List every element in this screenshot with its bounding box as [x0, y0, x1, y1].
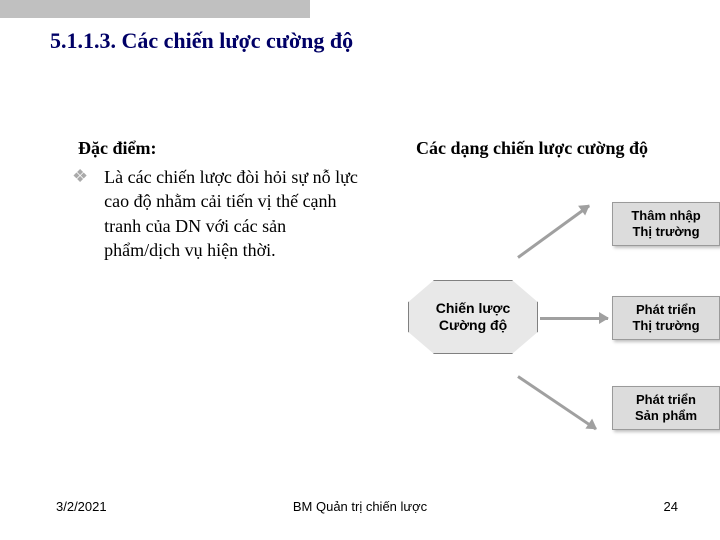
arrow-icon — [517, 375, 597, 430]
box-line1: Thâm nhập — [631, 208, 700, 224]
top-bar-decoration — [0, 0, 310, 18]
diamond-bullet-icon: ❖ — [72, 167, 88, 185]
right-subtitle: Các dạng chiến lược cường độ — [416, 138, 648, 159]
footer-page-number: 24 — [664, 499, 678, 514]
box-line2: Thị trường — [632, 224, 699, 240]
left-column: Đặc điểm: ❖ Là các chiến lược đòi hỏi sự… — [78, 138, 358, 262]
footer-center: BM Quản trị chiến lược — [0, 499, 720, 514]
arrow-icon — [540, 317, 608, 320]
center-node-line2: Cường độ — [439, 317, 507, 334]
box-line2: Sản phẩm — [635, 408, 697, 424]
arrow-icon — [517, 205, 590, 259]
left-subtitle: Đặc điểm: — [78, 138, 358, 159]
box-line1: Phát triển — [636, 392, 696, 408]
box-line2: Thị trường — [632, 318, 699, 334]
diagram-box-market-development: Phát triển Thị trường — [612, 296, 720, 340]
strategy-diagram: Chiến lược Cường độ Thâm nhập Thị trường… — [390, 188, 720, 438]
slide-heading: 5.1.1.3. Các chiến lược cường độ — [50, 28, 353, 54]
bullet-text: Là các chiến lược đòi hỏi sự nỗ lực cao … — [104, 165, 358, 262]
diagram-center-node: Chiến lược Cường độ — [408, 280, 538, 354]
diagram-box-market-penetration: Thâm nhập Thị trường — [612, 202, 720, 246]
center-node-line1: Chiến lược — [436, 300, 511, 317]
box-line1: Phát triển — [636, 302, 696, 318]
bullet-item: ❖ Là các chiến lược đòi hỏi sự nỗ lực ca… — [78, 165, 358, 262]
diagram-box-product-development: Phát triển Sản phẩm — [612, 386, 720, 430]
